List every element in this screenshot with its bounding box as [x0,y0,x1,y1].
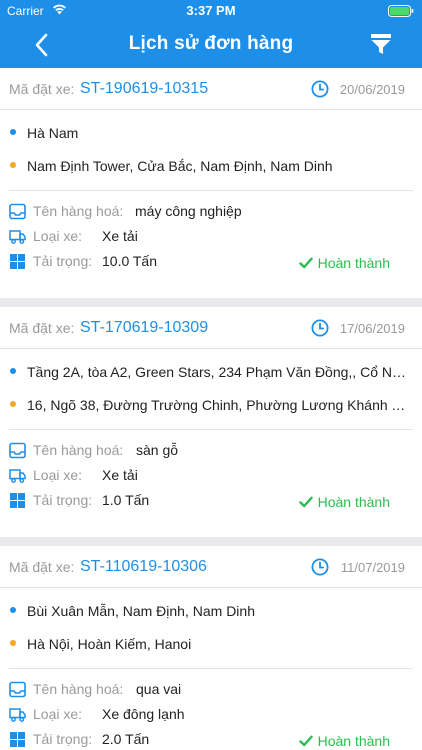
status-text: Hoàn thành [317,733,390,749]
vehicle-label: Loại xe: [33,228,83,244]
pickup-row: Hà Nam [0,116,422,150]
status-badge: Hoàn thành [298,255,390,271]
load-value: 10.0 Tấn [102,253,158,269]
clock-icon [311,558,329,576]
dropoff-dot-icon [10,162,16,168]
pickup-address: Hà Nam [27,125,79,141]
status-bar: Carrier 3:37 PM [0,0,422,22]
order-card[interactable]: Mã đặt xe: ST-170619-10309 17/06/2019 Tầ… [0,307,422,537]
vehicle-value: Xe tải [102,467,138,483]
vehicle-value: Xe đông lạnh [102,706,185,722]
vehicle-row: Loại xe: Xe tải [0,464,422,488]
truck-icon [9,708,26,722]
divider [9,190,413,191]
inbox-icon [9,203,26,220]
dropoff-row: Nam Định Tower, Cửa Bắc, Nam Định, Nam D… [0,149,422,183]
dropoff-address: Nam Định Tower, Cửa Bắc, Nam Định, Nam D… [27,158,333,174]
check-icon [298,496,313,508]
goods-row: Tên hàng hoá: sàn gỗ [0,439,422,463]
pickup-address: Tầng 2A, tòa A2, Green Stars, 234 Phạm V… [27,364,412,380]
inbox-icon [9,442,26,459]
vehicle-row: Loại xe: Xe tải [0,225,422,249]
order-code[interactable]: ST-190619-10315 [80,80,208,98]
load-value: 2.0 Tấn [102,731,150,747]
status-badge: Hoàn thành [298,733,390,749]
check-icon [298,257,313,269]
vehicle-value: Xe tải [102,228,138,244]
grid-icon [10,254,25,269]
inbox-icon [9,681,26,698]
divider [9,668,413,669]
order-header: Mã đặt xe: ST-190619-10315 20/06/2019 [0,68,422,110]
goods-label: Tên hàng hoá: [33,442,124,458]
pickup-address: Bùi Xuân Mẫn, Nam Định, Nam Dinh [27,603,255,619]
status-time: 3:37 PM [186,3,236,18]
dropoff-row: 16, Ngõ 38, Đường Trường Chinh, Phường L… [0,388,422,422]
pickup-dot-icon [10,129,16,135]
order-card[interactable]: Mã đặt xe: ST-190619-10315 20/06/2019 Hà… [0,68,422,298]
truck-icon [9,230,26,244]
order-code[interactable]: ST-170619-10309 [80,319,208,337]
truck-icon [9,469,26,483]
order-date: 17/06/2019 [339,321,405,336]
grid-icon [10,493,25,508]
load-label: Tải trọng: [33,492,93,508]
order-code-label: Mã đặt xe: [9,81,75,97]
load-label: Tải trọng: [33,253,93,269]
pickup-dot-icon [10,368,16,374]
load-label: Tải trọng: [33,731,93,747]
grid-icon [10,732,25,747]
pickup-row: Tầng 2A, tòa A2, Green Stars, 234 Phạm V… [0,355,422,389]
order-header: Mã đặt xe: ST-110619-10306 11/07/2019 [0,546,422,588]
vehicle-label: Loại xe: [33,467,83,483]
nav-bar: Lịch sử đơn hàng [0,22,422,68]
order-code-label: Mã đặt xe: [9,559,75,575]
clock-icon [311,319,329,337]
dropoff-dot-icon [10,401,16,407]
goods-value: qua vai [136,681,182,697]
order-code[interactable]: ST-110619-10306 [80,558,207,576]
order-header: Mã đặt xe: ST-170619-10309 17/06/2019 [0,307,422,349]
vehicle-row: Loại xe: Xe đông lạnh [0,703,422,727]
goods-value: sàn gỗ [136,442,179,458]
vehicle-label: Loại xe: [33,706,83,722]
order-card[interactable]: Mã đặt xe: ST-110619-10306 11/07/2019 Bù… [0,546,422,750]
divider [9,429,413,430]
goods-row: Tên hàng hoá: qua vai [0,678,422,702]
status-text: Hoàn thành [317,255,390,271]
goods-row: Tên hàng hoá: máy công nghiệp [0,200,422,224]
dropoff-address: Hà Nội, Hoàn Kiếm, Hanoi [27,636,192,652]
pickup-row: Bùi Xuân Mẫn, Nam Định, Nam Dinh [0,594,422,628]
status-text: Hoàn thành [317,494,390,510]
order-code-label: Mã đặt xe: [9,320,75,336]
pickup-dot-icon [10,607,16,613]
goods-label: Tên hàng hoá: [33,681,124,697]
dropoff-address: 16, Ngõ 38, Đường Trường Chinh, Phường L… [27,397,412,413]
app-header: Carrier 3:37 PM Lịch sử đơn hàng [0,0,422,68]
check-icon [298,735,313,747]
clock-icon [311,80,329,98]
goods-value: máy công nghiệp [135,203,242,219]
order-date: 20/06/2019 [339,82,405,97]
dropoff-dot-icon [10,640,16,646]
load-value: 1.0 Tấn [102,492,150,508]
order-date: 11/07/2019 [340,560,405,575]
goods-label: Tên hàng hoá: [33,203,124,219]
status-badge: Hoàn thành [298,494,390,510]
filter-button[interactable] [370,33,392,55]
page-title: Lịch sử đơn hàng [128,33,294,54]
battery-icon [388,5,414,17]
dropoff-row: Hà Nội, Hoàn Kiếm, Hanoi [0,627,422,661]
